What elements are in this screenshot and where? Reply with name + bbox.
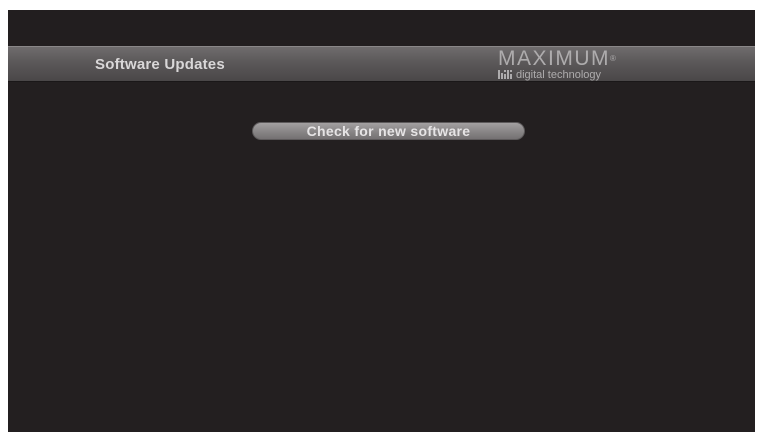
brand-logo: MAXIMUM® digital technology xyxy=(498,48,698,82)
brand-mark-icon xyxy=(498,70,512,79)
brand-name: MAXIMUM® xyxy=(498,48,616,70)
brand-registered-mark: ® xyxy=(610,54,616,63)
header-bar: Software Updates MAXIMUM® digital techno… xyxy=(8,46,755,82)
brand-tagline-text: digital technology xyxy=(516,69,602,81)
brand-tagline: digital technology xyxy=(498,69,601,81)
page-title: Software Updates xyxy=(95,56,225,73)
tv-screen: Software Updates MAXIMUM® digital techno… xyxy=(8,10,755,432)
check-for-new-software-button[interactable]: Check for new software xyxy=(252,122,525,140)
brand-name-text: MAXIMUM xyxy=(498,47,610,70)
top-band xyxy=(8,10,755,46)
